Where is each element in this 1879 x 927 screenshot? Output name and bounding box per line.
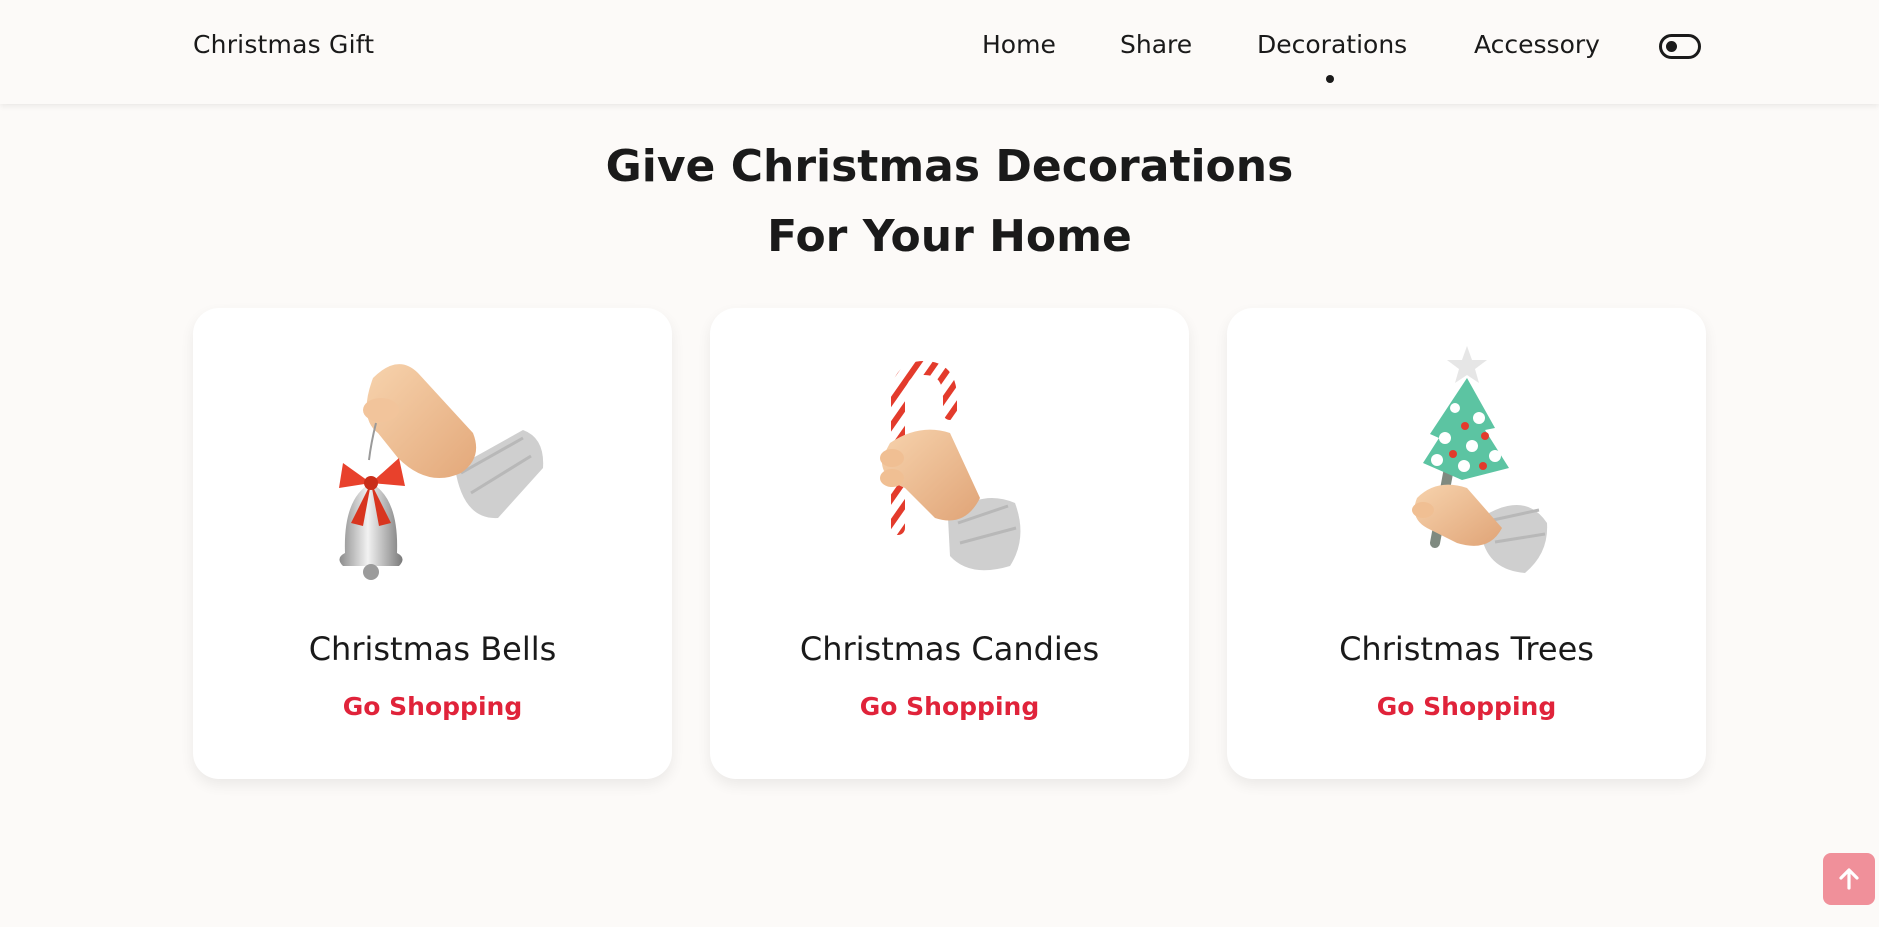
active-nav-indicator — [1326, 75, 1334, 83]
site-header: Christmas Gift Home Share Decorations Ac… — [0, 0, 1879, 104]
card-title: Christmas Bells — [308, 630, 557, 668]
theme-toggle-icon[interactable] — [1659, 34, 1701, 59]
go-shopping-link[interactable]: Go Shopping — [710, 692, 1189, 721]
card-title: Christmas Trees — [1339, 630, 1594, 668]
hand-holding-candy-cane-icon — [880, 360, 1021, 571]
section-title: Give Christmas Decorations For Your Home — [0, 132, 1879, 272]
card-christmas-bells: Christmas Bells Go Shopping — [193, 308, 672, 779]
hand-holding-bell-icon — [339, 364, 544, 580]
section-title-line-2: For Your Home — [767, 211, 1132, 262]
go-shopping-link[interactable]: Go Shopping — [193, 692, 672, 721]
main-nav: Home Share Decorations Accessory — [0, 30, 1879, 70]
card-christmas-trees: Christmas Trees Go Shopping — [1227, 308, 1706, 779]
nav-home[interactable]: Home — [982, 30, 1056, 59]
arrow-up-icon — [1839, 868, 1859, 890]
toggle-knob — [1666, 40, 1677, 52]
go-shopping-link[interactable]: Go Shopping — [1227, 692, 1706, 721]
card-christmas-candies: Christmas Candies Go Shopping — [710, 308, 1189, 779]
card-title: Christmas Candies — [799, 630, 1100, 668]
nav-accessory[interactable]: Accessory — [1474, 30, 1600, 59]
nav-share[interactable]: Share — [1120, 30, 1192, 59]
scroll-to-top-button[interactable] — [1823, 853, 1875, 905]
nav-decorations[interactable]: Decorations — [1257, 30, 1407, 59]
section-title-line-1: Give Christmas Decorations — [605, 141, 1294, 192]
hand-holding-christmas-tree-icon — [1412, 346, 1548, 573]
